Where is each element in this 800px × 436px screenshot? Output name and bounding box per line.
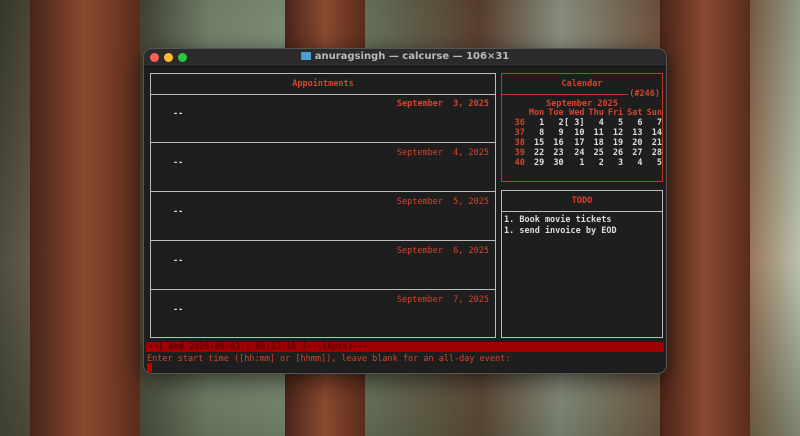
calendar-grid: Mon Tue Wed Thu Fri Sat Sun 36 1 2[ 3] 4 5 6 7 37 8 9 10… <box>507 108 662 168</box>
day-date: September 4, 2025 <box>396 148 489 158</box>
calendar-day[interactable]: 18 <box>584 138 604 148</box>
calendar-day[interactable]: 12 <box>604 128 623 138</box>
window-title: anuragsingh — calcurse — 106×31 <box>314 51 510 62</box>
todo-item[interactable]: 1. Book movie tickets <box>504 215 611 225</box>
calendar-day[interactable]: 3 <box>604 158 623 168</box>
day-date: September 5, 2025 <box>396 197 489 207</box>
calendar-day[interactable]: 1 <box>525 118 544 128</box>
calendar-day[interactable]: 1 <box>564 158 584 168</box>
calendar-day[interactable]: 13 <box>623 128 642 138</box>
todo-item[interactable]: 1. send invoice by EOD <box>504 226 617 236</box>
calendar-day[interactable]: 16 <box>544 138 563 148</box>
weekday: Fri <box>607 108 624 118</box>
calendar-day[interactable]: 14 <box>643 128 662 138</box>
weekday: Thu <box>588 108 604 118</box>
day-of-year: (#246) <box>629 89 660 99</box>
todo-title: TODO <box>571 196 593 206</box>
calendar-day[interactable]: 7 <box>643 118 662 128</box>
calendar-day[interactable]: 2 <box>544 118 563 128</box>
calendar-day[interactable]: 24 <box>564 148 584 158</box>
wallpaper-tree <box>660 0 750 436</box>
calendar-day[interactable]: 28 <box>643 148 662 158</box>
calendar-day[interactable]: 29 <box>525 158 544 168</box>
appointment-entry[interactable]: -- <box>173 207 183 217</box>
calendar-day[interactable]: 23 <box>544 148 563 158</box>
calendar-day[interactable]: 15 <box>525 138 544 148</box>
appointment-entry[interactable]: -- <box>173 305 183 315</box>
calendar-day[interactable]: 25 <box>584 148 604 158</box>
day-date: September 6, 2025 <box>396 246 489 256</box>
wallpaper-tree <box>30 0 140 436</box>
calendar-day[interactable]: 6 <box>623 118 642 128</box>
calendar-panel[interactable]: Calendar (#246) September 2025 Mon Tue Wed… <box>501 73 663 182</box>
appointments-title: Appointments <box>292 79 354 89</box>
day-date: September 7, 2025 <box>396 295 489 305</box>
calendar-day[interactable]: 17 <box>564 138 584 148</box>
calendar-day[interactable]: 9 <box>544 128 563 138</box>
calendar-day[interactable]: 5 <box>643 158 662 168</box>
week-number: 36 <box>514 118 525 128</box>
calendar-day[interactable]: 30 <box>544 158 563 168</box>
weekday: Sun <box>646 108 662 118</box>
calendar-day[interactable]: 20 <box>623 138 642 148</box>
appointment-entry[interactable]: -- <box>173 109 183 119</box>
status-bar: --[ Wed 2025-09-03 | 09:13:18 ]---(Apts)… <box>146 342 664 352</box>
calendar-day[interactable]: [ 3] <box>564 118 584 128</box>
calendar-day[interactable]: 26 <box>604 148 623 158</box>
appointment-entry[interactable]: -- <box>173 158 183 168</box>
day-date: September 3, 2025 <box>396 99 489 109</box>
calendar-day[interactable]: 22 <box>525 148 544 158</box>
week-number: 38 <box>514 138 525 148</box>
week-number: 40 <box>514 158 525 168</box>
calendar-day[interactable]: 11 <box>584 128 604 138</box>
weekday: Wed <box>569 108 585 118</box>
title-bar[interactable]: anuragsingh — calcurse — 106×31 <box>144 49 666 67</box>
week-number: 37 <box>514 128 525 138</box>
weekday: Tue <box>548 108 564 118</box>
folder-icon <box>300 52 311 60</box>
calendar-day[interactable]: 4 <box>584 118 604 128</box>
todo-panel[interactable]: TODO 1. Book movie tickets 1. send invoi… <box>501 190 663 338</box>
calendar-day[interactable]: 10 <box>564 128 584 138</box>
calendar-day[interactable]: 5 <box>604 118 623 128</box>
input-cursor[interactable] <box>147 363 152 372</box>
calendar-day[interactable]: 21 <box>643 138 662 148</box>
calendar-day[interactable]: 4 <box>623 158 642 168</box>
terminal-window: anuragsingh — calcurse — 106×31 Appointm… <box>143 48 667 374</box>
calendar-day[interactable]: 8 <box>525 128 544 138</box>
calendar-day[interactable]: 27 <box>623 148 642 158</box>
calendar-day[interactable]: 19 <box>604 138 623 148</box>
weekday: Sat <box>627 108 643 118</box>
status-text: --[ Wed 2025-09-03 | 09:13:18 ]---(Apts)… <box>148 342 369 352</box>
appointments-panel[interactable]: Appointments September 3, 2025 -- Septemb… <box>150 73 496 338</box>
calendar-day[interactable]: 2 <box>584 158 604 168</box>
weekday: Mon <box>528 108 545 118</box>
input-prompt: Enter start time ([hh:mm] or [hhmm]), le… <box>147 354 511 364</box>
appointment-entry[interactable]: -- <box>173 256 183 266</box>
calendar-title: Calendar <box>561 79 603 89</box>
week-number: 39 <box>514 148 525 158</box>
